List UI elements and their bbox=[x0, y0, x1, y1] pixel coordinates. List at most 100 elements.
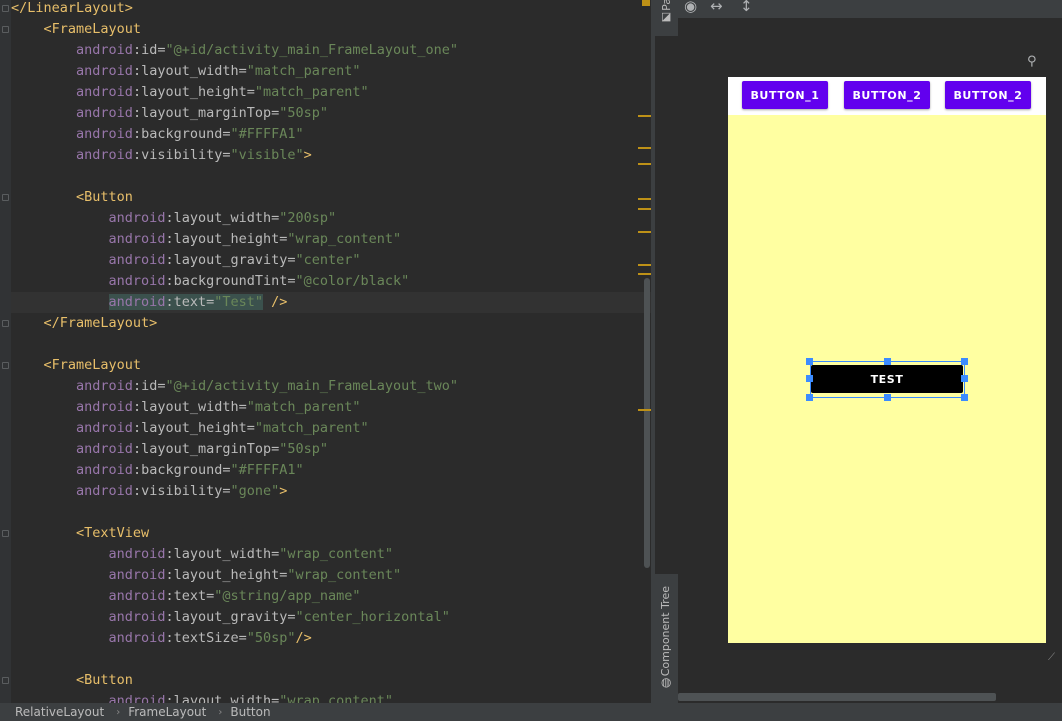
code-line[interactable]: </FrameLayout> bbox=[11, 313, 158, 334]
vertical-arrows-icon[interactable]: ↕ bbox=[740, 0, 753, 15]
code-line[interactable]: android:layout_height="match_parent" bbox=[11, 418, 369, 439]
code-line[interactable]: android:layout_width="match_parent" bbox=[11, 397, 361, 418]
code-token: :visibility= bbox=[132, 483, 231, 499]
code-line[interactable]: android:layout_height="wrap_content" bbox=[11, 565, 402, 586]
code-token: "50sp" bbox=[246, 630, 296, 646]
code-token: "match_parent" bbox=[246, 63, 361, 79]
code-token: /> bbox=[295, 630, 312, 646]
code-token: android bbox=[76, 420, 133, 436]
code-line[interactable]: android:layout_width="wrap_content" bbox=[11, 691, 394, 703]
code-line[interactable]: <FrameLayout bbox=[11, 19, 142, 40]
code-token: "match_parent" bbox=[246, 399, 361, 415]
sidebar-spacer bbox=[655, 36, 678, 574]
code-line[interactable]: android:id="@+id/activity_main_FrameLayo… bbox=[11, 376, 458, 397]
code-line[interactable]: android:visibility="gone"> bbox=[11, 481, 287, 502]
resize-handle-w[interactable] bbox=[806, 375, 813, 382]
code-editor[interactable]: </LinearLayout> <FrameLayout android:id=… bbox=[0, 0, 655, 703]
code-token: :layout_width= bbox=[132, 399, 247, 415]
button-3[interactable]: BUTTON_2 bbox=[945, 81, 1031, 109]
warning-marker[interactable] bbox=[638, 273, 652, 275]
button-2[interactable]: BUTTON_2 bbox=[844, 81, 930, 109]
code-token: android bbox=[108, 588, 166, 604]
resize-handle-e[interactable] bbox=[961, 375, 968, 382]
code-line[interactable]: android:backgroundTint="@color/black" bbox=[11, 271, 410, 292]
editor-scrollbar[interactable] bbox=[644, 278, 650, 568]
horizontal-arrows-icon[interactable]: ↔ bbox=[710, 0, 723, 15]
palette-icon: ◪ bbox=[661, 10, 672, 23]
code-line[interactable]: android:text="@string/app_name" bbox=[11, 586, 361, 607]
palette-tab[interactable]: Pa ◪ bbox=[655, 0, 678, 36]
resize-handle-nw[interactable] bbox=[806, 358, 813, 365]
warning-marker[interactable] bbox=[638, 231, 652, 233]
editor-gutter[interactable] bbox=[0, 0, 11, 703]
warning-marker[interactable] bbox=[638, 198, 652, 200]
code-line[interactable]: android:visibility="visible"> bbox=[11, 145, 312, 166]
eye-icon[interactable]: ◉ bbox=[684, 0, 697, 15]
fold-marker-icon[interactable] bbox=[2, 320, 9, 327]
resize-handle-sw[interactable] bbox=[806, 394, 813, 401]
code-token: "wrap_content" bbox=[287, 567, 402, 583]
code-line[interactable]: android:background="#FFFFA1" bbox=[11, 460, 304, 481]
code-line[interactable]: android:text="Test" /> bbox=[11, 292, 651, 313]
error-stripe-marker[interactable] bbox=[642, 0, 650, 6]
warning-marker[interactable] bbox=[638, 163, 652, 165]
code-token: android bbox=[108, 546, 166, 562]
code-line[interactable]: android:layout_height="wrap_content" bbox=[11, 229, 402, 250]
button-1[interactable]: BUTTON_1 bbox=[742, 81, 828, 109]
warning-marker[interactable] bbox=[638, 115, 652, 117]
code-line[interactable]: android:textSize="50sp"/> bbox=[11, 628, 312, 649]
code-token: "center" bbox=[295, 252, 361, 268]
code-line[interactable]: <FrameLayout bbox=[11, 355, 142, 376]
code-token: android bbox=[76, 441, 133, 457]
fold-marker-icon[interactable] bbox=[2, 362, 9, 369]
warning-marker[interactable] bbox=[638, 147, 652, 149]
code-token: > bbox=[279, 483, 288, 499]
code-line[interactable]: android:background="#FFFFA1" bbox=[11, 124, 304, 145]
resize-handle-n[interactable] bbox=[884, 358, 891, 365]
code-token: android bbox=[76, 399, 133, 415]
code-line[interactable]: <Button bbox=[11, 187, 133, 208]
breadcrumb-framelayout[interactable]: FrameLayout bbox=[120, 705, 206, 719]
warning-marker[interactable] bbox=[638, 208, 652, 210]
code-line[interactable]: android:layout_gravity="center" bbox=[11, 250, 361, 271]
code-line[interactable]: android:layout_height="match_parent" bbox=[11, 82, 369, 103]
code-token: :backgroundTint= bbox=[165, 273, 296, 289]
code-token: "wrap_content" bbox=[279, 693, 394, 703]
code-token: android bbox=[108, 210, 166, 226]
resize-handle-ne[interactable] bbox=[961, 358, 968, 365]
code-token: :id= bbox=[132, 378, 166, 394]
code-token: "200sp" bbox=[279, 210, 337, 226]
warning-marker[interactable] bbox=[638, 409, 652, 411]
warning-marker[interactable] bbox=[638, 264, 652, 266]
code-token: "#FFFFA1" bbox=[230, 126, 304, 142]
code-line[interactable]: android:layout_marginTop="50sp" bbox=[11, 103, 328, 124]
fold-marker-icon[interactable] bbox=[2, 530, 9, 537]
breadcrumb-button[interactable]: Button bbox=[222, 705, 270, 719]
code-line[interactable]: <TextView bbox=[11, 523, 149, 544]
design-horizontal-scrollbar[interactable] bbox=[678, 693, 996, 701]
code-line[interactable]: android:id="@+id/activity_main_FrameLayo… bbox=[11, 40, 458, 61]
code-line[interactable]: android:layout_marginTop="50sp" bbox=[11, 439, 328, 460]
resize-grip-icon[interactable]: ⟋ bbox=[1048, 652, 1055, 663]
resize-handle-s[interactable] bbox=[884, 394, 891, 401]
code-token: /> bbox=[263, 294, 288, 310]
code-token: android bbox=[76, 462, 133, 478]
pin-icon[interactable]: ⚲ bbox=[1027, 54, 1037, 69]
resize-handle-se[interactable] bbox=[961, 394, 968, 401]
code-line[interactable]: </LinearLayout> bbox=[11, 0, 133, 19]
fold-marker-icon[interactable] bbox=[2, 26, 9, 33]
code-token: "match_parent" bbox=[254, 420, 369, 436]
code-token: android bbox=[108, 273, 166, 289]
code-line[interactable]: android:layout_width="200sp" bbox=[11, 208, 337, 229]
fold-marker-icon[interactable] bbox=[2, 677, 9, 684]
code-line[interactable]: android:layout_width="wrap_content" bbox=[11, 544, 394, 565]
fold-marker-icon[interactable] bbox=[2, 194, 9, 201]
code-token: android bbox=[76, 378, 133, 394]
component-tree-tab[interactable]: Component Tree ◍ bbox=[655, 574, 678, 703]
fold-marker-icon[interactable] bbox=[2, 5, 9, 12]
code-token: android bbox=[76, 126, 133, 142]
breadcrumb-relativelayout[interactable]: RelativeLayout bbox=[0, 705, 104, 719]
code-line[interactable]: android:layout_width="match_parent" bbox=[11, 61, 361, 82]
code-line[interactable]: android:layout_gravity="center_horizonta… bbox=[11, 607, 450, 628]
code-line[interactable]: <Button bbox=[11, 670, 133, 691]
